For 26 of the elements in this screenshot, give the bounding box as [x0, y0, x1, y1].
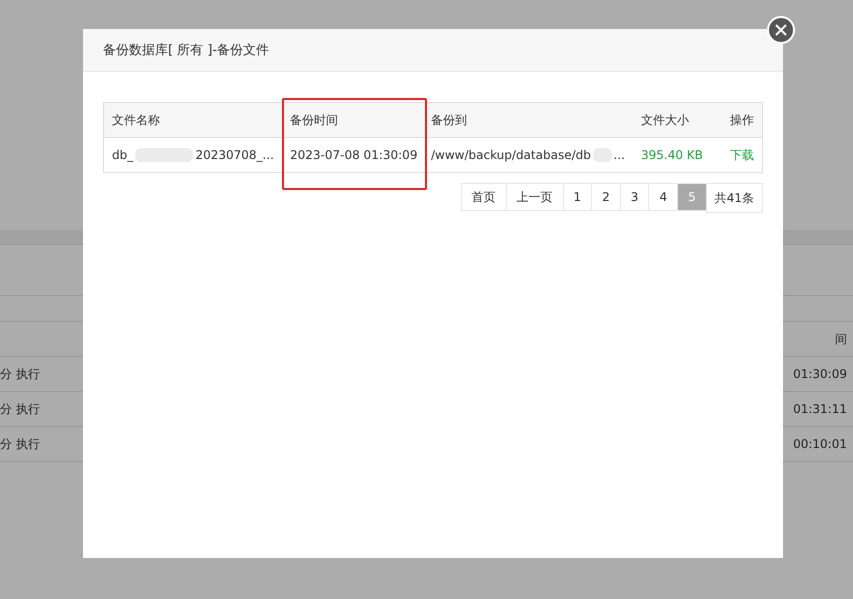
page-button[interactable]: 4: [648, 183, 678, 211]
column-header: 文件大小: [633, 103, 713, 138]
page-button[interactable]: 3: [620, 183, 650, 211]
table-cell-text: 2023-07-08 01:30:09: [289, 147, 418, 164]
table-cell-text: 395.40 KB: [640, 147, 704, 164]
table-cell: 00:10:01: [793, 437, 847, 451]
column-header: 操作: [713, 103, 762, 138]
column-header: 文件名称: [104, 103, 282, 138]
dialog-title: 备份数据库[ 所有 ]-备份文件: [103, 42, 270, 59]
column-header: 备份到: [423, 103, 633, 138]
total-count: 共41条: [706, 183, 763, 213]
column-header: 间: [835, 330, 847, 348]
page-button[interactable]: 首页: [460, 183, 507, 211]
table-cell: 分 执行: [0, 436, 40, 452]
page-button[interactable]: 2: [591, 183, 621, 211]
page-button[interactable]: 1: [562, 183, 592, 211]
page-button[interactable]: 上一页: [506, 183, 564, 211]
table-cell: 分 执行: [0, 400, 40, 418]
table-cell-text: db_ 20230708_...: [111, 147, 275, 164]
column-header: 备份时间: [282, 103, 423, 138]
table-cell: 01:31:11: [793, 402, 847, 416]
close-button[interactable]: [767, 16, 795, 44]
table-cell: 分 执行: [0, 366, 40, 382]
close-icon: [775, 24, 787, 36]
table-cell: 01:30:09: [793, 367, 847, 381]
table-cell-text: /www/backup/database/db ...: [430, 147, 626, 164]
